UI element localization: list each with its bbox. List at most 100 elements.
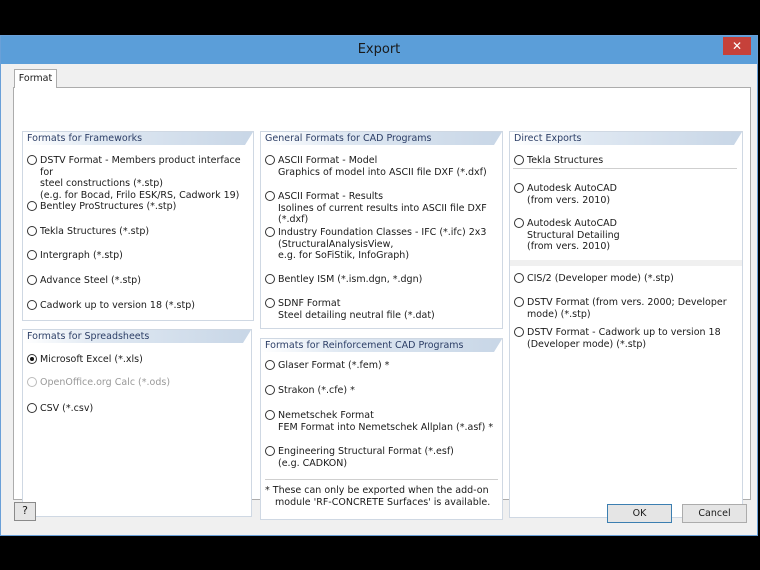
option-label: CIS/2 (Developer mode) (*.stp) xyxy=(527,273,674,285)
option-label-line: (StructuralAnalysisView, xyxy=(278,238,394,250)
radio-button[interactable] xyxy=(514,183,524,193)
option-label: Industry Foundation Classes - IFC (*.ifc… xyxy=(278,227,486,262)
group-reinforcement: Formats for Reinforcement CAD Programs G… xyxy=(260,338,503,520)
option-label: DSTV Format - Members product interface … xyxy=(40,155,253,201)
group-divider xyxy=(510,260,742,266)
group-spreadsheets: Formats for Spreadsheets Microsoft Excel… xyxy=(22,329,252,517)
radio-button[interactable] xyxy=(514,218,524,228)
option-label: Cadwork up to version 18 (*.stp) xyxy=(40,300,195,312)
direct-dev-option-1[interactable]: CIS/2 (Developer mode) (*.stp) xyxy=(514,273,674,285)
footnote-line: module 'RF-CONCRETE Surfaces' is availab… xyxy=(275,496,491,508)
framework-option-6[interactable]: Cadwork up to version 18 (*.stp) xyxy=(27,300,195,312)
option-label-line: Intergraph (*.stp) xyxy=(40,250,123,261)
framework-option-3[interactable]: Tekla Structures (*.stp) xyxy=(27,226,149,238)
radio-button[interactable] xyxy=(514,297,524,307)
direct-option-2[interactable]: Autodesk AutoCAD (from vers. 2010) xyxy=(514,183,617,206)
direct-dev-option-3[interactable]: DSTV Format - Cadwork up to version 18 (D… xyxy=(514,327,721,350)
option-label-line: Tekla Structures xyxy=(527,155,604,166)
export-dialog: Export ✕ Format Formats for Frameworks D… xyxy=(0,35,758,536)
title-bar: Export ✕ xyxy=(1,36,757,64)
spreadsheet-option-1[interactable]: Microsoft Excel (*.xls) xyxy=(27,354,143,366)
option-label: Autodesk AutoCAD Structural Detailing (fro… xyxy=(527,218,620,253)
option-label-line: ASCII Format - Model xyxy=(278,155,378,166)
option-label-line: ASCII Format - Results xyxy=(278,191,384,202)
option-label: ASCII Format - Results Isolines of curren… xyxy=(278,191,502,226)
radio-button[interactable] xyxy=(27,275,37,285)
option-label: Bentley ISM (*.ism.dgn, *.dgn) xyxy=(278,274,422,286)
cad-option-3[interactable]: Industry Foundation Classes - IFC (*.ifc… xyxy=(265,227,486,262)
option-label: CSV (*.csv) xyxy=(40,403,93,415)
group-direct-exports-header: Direct Exports xyxy=(510,132,742,145)
radio-button[interactable] xyxy=(514,155,524,165)
group-frameworks: Formats for Frameworks DSTV Format - Mem… xyxy=(22,131,254,321)
radio-button[interactable] xyxy=(514,327,524,337)
radio-button[interactable] xyxy=(27,300,37,310)
group-reinforcement-header: Formats for Reinforcement CAD Programs xyxy=(261,339,502,352)
option-label-line: Graphics of model into ASCII file DXF (*… xyxy=(278,166,487,178)
radio-button[interactable] xyxy=(265,385,275,395)
radio-button[interactable] xyxy=(265,155,275,165)
option-label-line: e.g. for SoFiStik, InfoGraph) xyxy=(278,250,410,261)
direct-option-3[interactable]: Autodesk AutoCAD Structural Detailing (fro… xyxy=(514,218,620,253)
option-label: Tekla Structures xyxy=(527,155,603,167)
radio-button[interactable] xyxy=(27,354,37,364)
tab-format[interactable]: Format xyxy=(14,69,57,88)
reinforcement-option-3[interactable]: Nemetschek Format FEM Format into Nemetsc… xyxy=(265,410,493,433)
option-label-line: Strakon (*.cfe) * xyxy=(278,385,355,396)
option-label: Microsoft Excel (*.xls) xyxy=(40,354,143,366)
option-label: DSTV Format - Cadwork up to version 18 (D… xyxy=(527,327,721,350)
cancel-button[interactable]: Cancel xyxy=(682,504,747,523)
window-title: Export xyxy=(357,42,401,57)
radio-button[interactable] xyxy=(265,298,275,308)
option-label-line: SDNF Format xyxy=(278,298,341,309)
option-label-line: mode) (*.stp) xyxy=(527,308,591,320)
option-label-line: Nemetschek Format xyxy=(278,410,374,421)
framework-option-4[interactable]: Intergraph (*.stp) xyxy=(27,250,123,262)
option-label-line: (from vers. 2010) xyxy=(527,194,611,206)
radio-button[interactable] xyxy=(27,250,37,260)
direct-option-1[interactable]: Tekla Structures xyxy=(514,155,603,167)
option-label-line: (e.g. for Bocad, Frilo ESK/RS, Cadwork 1… xyxy=(40,189,240,201)
radio-button[interactable] xyxy=(514,273,524,283)
radio-button xyxy=(27,377,37,387)
framework-option-1[interactable]: DSTV Format - Members product interface … xyxy=(27,155,253,201)
cad-option-5[interactable]: SDNF Format Steel detailing neutral file … xyxy=(265,298,435,321)
radio-button[interactable] xyxy=(265,274,275,284)
cad-option-1[interactable]: ASCII Format - Model Graphics of model in… xyxy=(265,155,487,178)
option-label-line: DSTV Format - Members product interface … xyxy=(40,155,241,178)
format-panel: Formats for Frameworks DSTV Format - Mem… xyxy=(13,87,751,520)
option-label-line: Autodesk AutoCAD xyxy=(527,183,617,194)
radio-button[interactable] xyxy=(27,403,37,413)
spreadsheet-option-3[interactable]: CSV (*.csv) xyxy=(27,403,93,415)
option-label-line: Steel detailing neutral file (*.dat) xyxy=(278,309,435,321)
close-button[interactable]: ✕ xyxy=(723,37,751,55)
option-label-line: Cadwork up to version 18 (*.stp) xyxy=(40,300,195,311)
option-label: SDNF Format Steel detailing neutral file … xyxy=(278,298,435,321)
ok-button[interactable]: OK xyxy=(607,504,672,523)
spreadsheet-option-2: OpenOffice.org Calc (*.ods) xyxy=(27,377,170,389)
option-label: Tekla Structures (*.stp) xyxy=(40,226,149,238)
reinforcement-option-4[interactable]: Engineering Structural Format (*.esf) (e.… xyxy=(265,446,454,469)
radio-button[interactable] xyxy=(265,410,275,420)
group-cad: General Formats for CAD Programs ASCII F… xyxy=(260,131,503,329)
option-label-line: DSTV Format - Cadwork up to version 18 xyxy=(527,327,721,338)
option-label-line: Bentley ISM (*.ism.dgn, *.dgn) xyxy=(278,274,423,285)
reinforcement-option-2[interactable]: Strakon (*.cfe) * xyxy=(265,385,355,397)
framework-option-2[interactable]: Bentley ProStructures (*.stp) xyxy=(27,201,176,213)
option-label-line: Engineering Structural Format (*.esf) xyxy=(278,446,454,457)
direct-dev-option-2[interactable]: DSTV Format (from vers. 2000; Developer m… xyxy=(514,297,727,320)
radio-button[interactable] xyxy=(265,227,275,237)
option-label-line: (Developer mode) (*.stp) xyxy=(527,338,647,350)
framework-option-5[interactable]: Advance Steel (*.stp) xyxy=(27,275,141,287)
cad-option-4[interactable]: Bentley ISM (*.ism.dgn, *.dgn) xyxy=(265,274,422,286)
reinforcement-option-1[interactable]: Glaser Format (*.fem) * xyxy=(265,360,389,372)
option-label-line: Autodesk AutoCAD xyxy=(527,218,617,229)
radio-button[interactable] xyxy=(265,360,275,370)
radio-button[interactable] xyxy=(27,226,37,236)
radio-button[interactable] xyxy=(265,191,275,201)
radio-button[interactable] xyxy=(27,201,37,211)
help-button[interactable]: ? xyxy=(14,502,36,521)
cad-option-2[interactable]: ASCII Format - Results Isolines of curren… xyxy=(265,191,502,226)
radio-button[interactable] xyxy=(265,446,275,456)
radio-button[interactable] xyxy=(27,155,37,165)
